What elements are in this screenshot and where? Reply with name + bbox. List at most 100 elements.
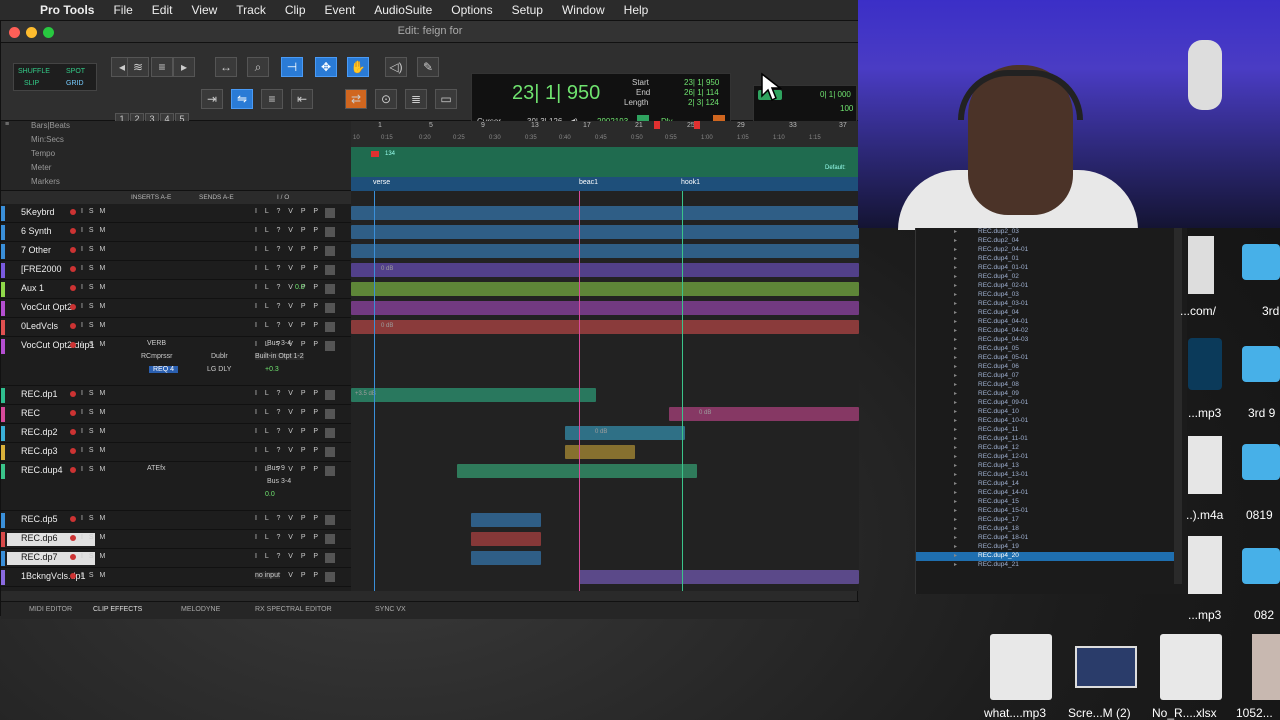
finder-file-row[interactable]: REC.dup4_10-01	[978, 417, 1028, 424]
desktop-label[interactable]: No_R....xlsx	[1152, 706, 1217, 720]
record-enable-button[interactable]	[70, 209, 76, 215]
finder-file-row[interactable]: REC.dup4_09-01	[978, 399, 1028, 406]
track-io-buttons[interactable]: I L ? V P P	[255, 303, 321, 310]
track-io-buttons[interactable]: I L ? V P P	[255, 466, 321, 473]
track-lane[interactable]	[351, 511, 859, 530]
track-io-buttons[interactable]: I L ? V P P	[255, 265, 321, 272]
track-lane[interactable]	[351, 549, 859, 568]
audio-clip[interactable]: 0 dB	[669, 407, 859, 421]
finder-file-row[interactable]: REC.dup4_04	[978, 309, 1019, 316]
desktop-label[interactable]: 1052...	[1236, 706, 1273, 720]
track-lane[interactable]	[351, 443, 859, 462]
insert-slot[interactable]: REQ 4	[149, 366, 179, 373]
track-io-buttons[interactable]: I L ? V P P	[255, 409, 321, 416]
audio-clip[interactable]: 0 dB	[351, 320, 859, 334]
finder-file-row[interactable]: REC.dup2_04-01	[978, 246, 1028, 253]
clip-effects-tab[interactable]: CLIP EFFECTS	[93, 606, 142, 613]
main-counter[interactable]: 23| 1| 950	[512, 82, 600, 105]
track-lane[interactable]: +3.5 dB	[351, 386, 859, 405]
track-row[interactable]: VocCut Opt2.dup1 I S MI L ? V P P VERB Dubl…	[1, 337, 351, 386]
selection-start-marker[interactable]	[654, 121, 660, 129]
track-solo-mute-buttons[interactable]: I S M	[81, 322, 107, 329]
rx-spectral-editor-tab[interactable]: RX SPECTRAL EDITOR	[255, 606, 332, 613]
end-value[interactable]: 26| 1| 114	[684, 88, 719, 97]
desktop-folder-icon[interactable]	[1242, 444, 1280, 480]
track-lane[interactable]: 0 dB	[351, 261, 859, 280]
track-lane[interactable]: 0 dB	[351, 424, 859, 443]
track-row[interactable]: REC.dp6 I S MI L ? V P P	[1, 530, 351, 549]
finder-file-row[interactable]: REC.dup4_05	[978, 345, 1019, 352]
track-solo-mute-buttons[interactable]: I S M	[81, 447, 107, 454]
track-io-buttons[interactable]: I L ? V P P	[255, 208, 321, 215]
disclosure-arrow-icon[interactable]: ▸	[954, 255, 957, 262]
desktop-label[interactable]: ...mp3	[1188, 406, 1221, 420]
finder-file-row[interactable]: REC.dup4_18-01	[978, 534, 1028, 541]
audio-clip[interactable]	[471, 532, 541, 546]
menu-file[interactable]: File	[113, 3, 132, 17]
disclosure-arrow-icon[interactable]: ▸	[954, 282, 957, 289]
track-row[interactable]: 6 Synth I S MI L ? V P P	[1, 223, 351, 242]
output-selector[interactable]: Bus 3-4	[267, 340, 291, 347]
finder-file-row[interactable]: REC.dup4_05-01	[978, 354, 1028, 361]
disclosure-arrow-icon[interactable]: ▸	[954, 381, 957, 388]
disclosure-arrow-icon[interactable]: ▸	[954, 318, 957, 325]
track-row[interactable]: REC.dp5 I S MI L ? V P P	[1, 511, 351, 530]
disclosure-arrow-icon[interactable]: ▸	[954, 372, 957, 379]
finder-file-row[interactable]: REC.dup4_12	[978, 444, 1019, 451]
menu-window[interactable]: Window	[562, 3, 605, 17]
track-row[interactable]: VocCut Opt2 I S MI L ? V P P	[1, 299, 351, 318]
record-enable-button[interactable]	[70, 516, 76, 522]
track-row[interactable]: 1BckngVcls.dp1 I S MI L ? V P Pno input	[1, 568, 351, 587]
length-value[interactable]: 2| 3| 124	[688, 98, 719, 107]
track-solo-mute-buttons[interactable]: I S M	[81, 553, 107, 560]
track-io-buttons[interactable]: I L ? V P P	[255, 390, 321, 397]
finder-file-row[interactable]: REC.dup4_15	[978, 498, 1019, 505]
track-io-buttons[interactable]: I L ? V P P	[255, 284, 321, 291]
disclosure-arrow-icon[interactable]: ▸	[954, 399, 957, 406]
selection-end-marker[interactable]	[694, 121, 700, 129]
disclosure-arrow-icon[interactable]: ▸	[954, 264, 957, 271]
track-row[interactable]: 5Keybrd I S MI L ? V P P	[1, 204, 351, 223]
finder-file-row[interactable]: REC.dup4_14	[978, 480, 1019, 487]
midi-editor-tab[interactable]: MIDI EDITOR	[29, 606, 72, 613]
record-enable-button[interactable]	[70, 554, 76, 560]
insert-slot[interactable]: ATEfx	[147, 465, 166, 472]
disclosure-arrow-icon[interactable]: ▸	[954, 489, 957, 496]
disclosure-arrow-icon[interactable]: ▸	[954, 300, 957, 307]
disclosure-arrow-icon[interactable]: ▸	[954, 561, 957, 568]
record-enable-button[interactable]	[70, 429, 76, 435]
marker-beac1[interactable]: beac1	[579, 179, 598, 186]
finder-file-row[interactable]: REC.dup4_09	[978, 390, 1019, 397]
track-lane[interactable]	[351, 337, 859, 386]
disclosure-arrow-icon[interactable]: ▸	[954, 552, 957, 559]
track-solo-mute-buttons[interactable]: I S M	[81, 208, 107, 215]
tempo-ruler[interactable]	[351, 147, 859, 177]
disclosure-arrow-icon[interactable]: ▸	[954, 480, 957, 487]
track-io-buttons[interactable]: I L ? V P P	[255, 246, 321, 253]
finder-file-row[interactable]: REC.dup4_06	[978, 363, 1019, 370]
mirror-midi-icon[interactable]: ⊙	[375, 89, 397, 109]
desktop-image-icon[interactable]	[1252, 634, 1280, 700]
track-options-icon[interactable]	[325, 553, 335, 563]
track-row[interactable]: REC I S MI L ? V P P	[1, 405, 351, 424]
finder-file-row[interactable]: REC.dup4_21	[978, 561, 1019, 568]
zoom-in-icon[interactable]: ▸	[173, 57, 195, 77]
finder-file-row[interactable]: REC.dup4_12-01	[978, 453, 1028, 460]
desktop-audio-file-icon[interactable]	[1188, 436, 1222, 494]
disclosure-arrow-icon[interactable]: ▸	[954, 390, 957, 397]
track-lane[interactable]	[351, 462, 859, 511]
disclosure-arrow-icon[interactable]: ▸	[954, 246, 957, 253]
mode-slip[interactable]: SLIP	[24, 80, 39, 87]
record-enable-button[interactable]	[70, 247, 76, 253]
audio-clip[interactable]	[351, 206, 859, 220]
disclosure-arrow-icon[interactable]: ▸	[954, 408, 957, 415]
disclosure-arrow-icon[interactable]: ▸	[954, 228, 957, 235]
sync-vx-tab[interactable]: SYNC VX	[375, 606, 406, 613]
track-solo-mute-buttons[interactable]: I S M	[81, 534, 107, 541]
menu-setup[interactable]: Setup	[512, 3, 543, 17]
record-enable-button[interactable]	[70, 228, 76, 234]
track-options-icon[interactable]	[325, 428, 335, 438]
finder-file-row[interactable]: REC.dup4_03-01	[978, 300, 1028, 307]
track-lane[interactable]	[351, 204, 859, 223]
track-options-icon[interactable]	[325, 208, 335, 218]
